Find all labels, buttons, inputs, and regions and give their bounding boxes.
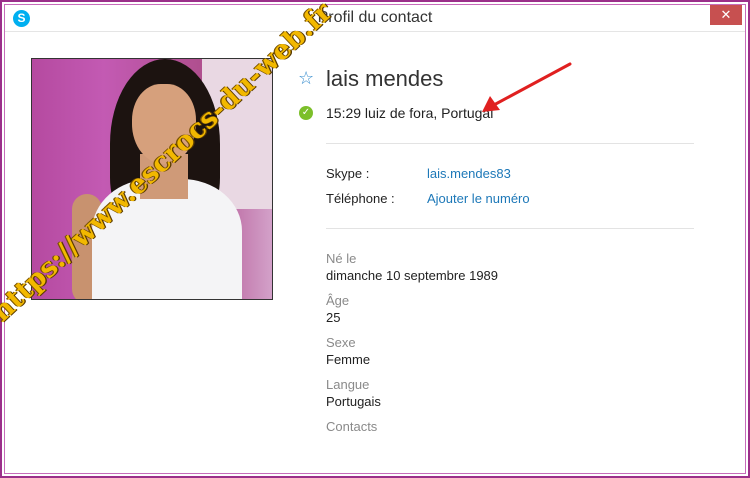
birthdate-label: Né le bbox=[326, 251, 357, 266]
contact-name: lais mendes bbox=[326, 66, 444, 91]
language-value: Portugais bbox=[326, 394, 381, 409]
star-icon[interactable]: ☆ bbox=[298, 69, 316, 87]
contacts-label: Contacts bbox=[326, 419, 378, 434]
age-value: 25 bbox=[326, 310, 341, 325]
skype-label: Skype : bbox=[326, 166, 370, 181]
birthdate-value: dimanche 10 septembre 1989 bbox=[326, 268, 499, 283]
window-title: Profil du contact bbox=[317, 9, 433, 26]
gender-value: Femme bbox=[326, 352, 371, 367]
phone-label: Téléphone : bbox=[326, 191, 395, 206]
title-bar: S Profil du contact ✕ bbox=[5, 5, 745, 32]
divider bbox=[326, 143, 694, 144]
annotation-arrow bbox=[482, 62, 572, 112]
add-phone-link[interactable]: Ajouter le numéro bbox=[427, 191, 530, 206]
contact-location: 15:29 luiz de fora, Portugal bbox=[326, 105, 494, 121]
skype-username-link[interactable]: lais.mendes83 bbox=[427, 166, 511, 181]
divider bbox=[326, 228, 694, 229]
gender-label: Sexe bbox=[326, 335, 356, 350]
language-label: Langue bbox=[326, 377, 370, 392]
age-label: Âge bbox=[326, 293, 350, 308]
online-status-icon: ✓ bbox=[299, 106, 313, 120]
close-icon[interactable]: ✕ bbox=[710, 5, 742, 25]
